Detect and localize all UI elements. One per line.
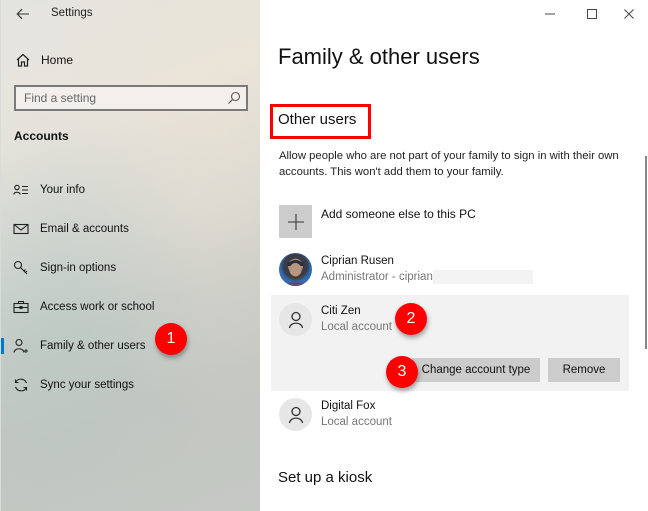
back-arrow-icon xyxy=(16,8,29,20)
minimize-button[interactable] xyxy=(538,4,562,24)
user-item-ciprian[interactable]: Ciprian Rusen Administrator - ciprian xyxy=(279,253,533,286)
maximize-button[interactable] xyxy=(580,4,604,24)
sidebar-item-access-work-school[interactable]: Access work or school xyxy=(1,287,261,326)
add-user-button[interactable]: Add someone else to this PC xyxy=(279,205,476,238)
remove-button[interactable]: Remove xyxy=(548,358,620,382)
search-box[interactable] xyxy=(14,85,248,111)
user-avatar-photo xyxy=(279,253,312,286)
sidebar-item-family-other-users[interactable]: Family & other users xyxy=(1,326,261,365)
home-icon xyxy=(16,53,30,67)
home-label: Home xyxy=(41,53,74,67)
user-item-citi-zen[interactable]: Citi Zen Local account xyxy=(279,303,392,336)
sidebar-item-email-accounts[interactable]: Email & accounts xyxy=(1,209,261,248)
sidebar-nav: Your info Email & accounts Sign-in optio… xyxy=(1,170,261,404)
section-title-other-users: Other users xyxy=(278,111,357,128)
main-content: Family & other users Other users Allow p… xyxy=(260,0,648,511)
user-subtitle: Administrator - ciprian xyxy=(321,271,433,283)
sidebar-item-label: Access work or school xyxy=(40,300,155,313)
sidebar-item-sync-settings[interactable]: Sync your settings xyxy=(1,365,261,404)
close-icon xyxy=(624,9,634,19)
user-name: Digital Fox xyxy=(321,400,376,412)
mail-icon xyxy=(13,221,29,237)
sync-icon xyxy=(13,377,29,393)
user-subtitle: Local account xyxy=(321,416,392,428)
briefcase-icon xyxy=(13,299,29,315)
minimize-icon xyxy=(545,13,555,15)
description-text: Allow people who are not part of your fa… xyxy=(279,150,619,178)
sidebar-item-label: Email & accounts xyxy=(40,222,129,235)
sidebar-item-label: Family & other users xyxy=(40,339,146,352)
section-label-accounts: Accounts xyxy=(14,129,69,143)
annotation-badge-3: 3 xyxy=(386,356,418,388)
user-item-digital-fox[interactable]: Digital Fox Local account xyxy=(279,398,392,431)
sidebar-item-label: Sync your settings xyxy=(40,378,134,391)
contact-card-icon xyxy=(13,182,29,198)
user-name: Ciprian Rusen xyxy=(321,255,394,267)
add-user-label: Add someone else to this PC xyxy=(321,207,476,221)
add-person-icon xyxy=(13,338,29,354)
person-icon xyxy=(279,398,312,431)
sidebar-item-label: Your info xyxy=(40,183,85,196)
search-icon[interactable] xyxy=(226,90,242,106)
change-account-type-button[interactable]: Change account type xyxy=(412,358,540,382)
search-input[interactable] xyxy=(24,91,226,105)
plus-icon xyxy=(279,205,312,238)
back-button[interactable] xyxy=(13,4,33,24)
annotation-badge-1: 1 xyxy=(155,323,187,355)
section-title-kiosk: Set up a kiosk xyxy=(278,469,373,486)
sidebar: Settings Home Accounts Your info Email &… xyxy=(0,0,260,511)
scrollbar[interactable] xyxy=(645,156,647,349)
redacted-text xyxy=(432,269,533,284)
user-subtitle: Local account xyxy=(321,321,392,333)
annotation-badge-2: 2 xyxy=(395,303,427,335)
maximize-icon xyxy=(587,9,597,19)
sidebar-item-label: Sign-in options xyxy=(40,261,117,274)
home-link[interactable]: Home xyxy=(15,50,73,70)
person-icon xyxy=(279,303,312,336)
page-title: Family & other users xyxy=(278,44,480,69)
app-title: Settings xyxy=(51,7,93,19)
key-icon xyxy=(13,260,29,276)
close-button[interactable] xyxy=(617,4,641,24)
user-name: Citi Zen xyxy=(321,305,361,317)
sidebar-item-your-info[interactable]: Your info xyxy=(1,170,261,209)
sidebar-item-sign-in-options[interactable]: Sign-in options xyxy=(1,248,261,287)
